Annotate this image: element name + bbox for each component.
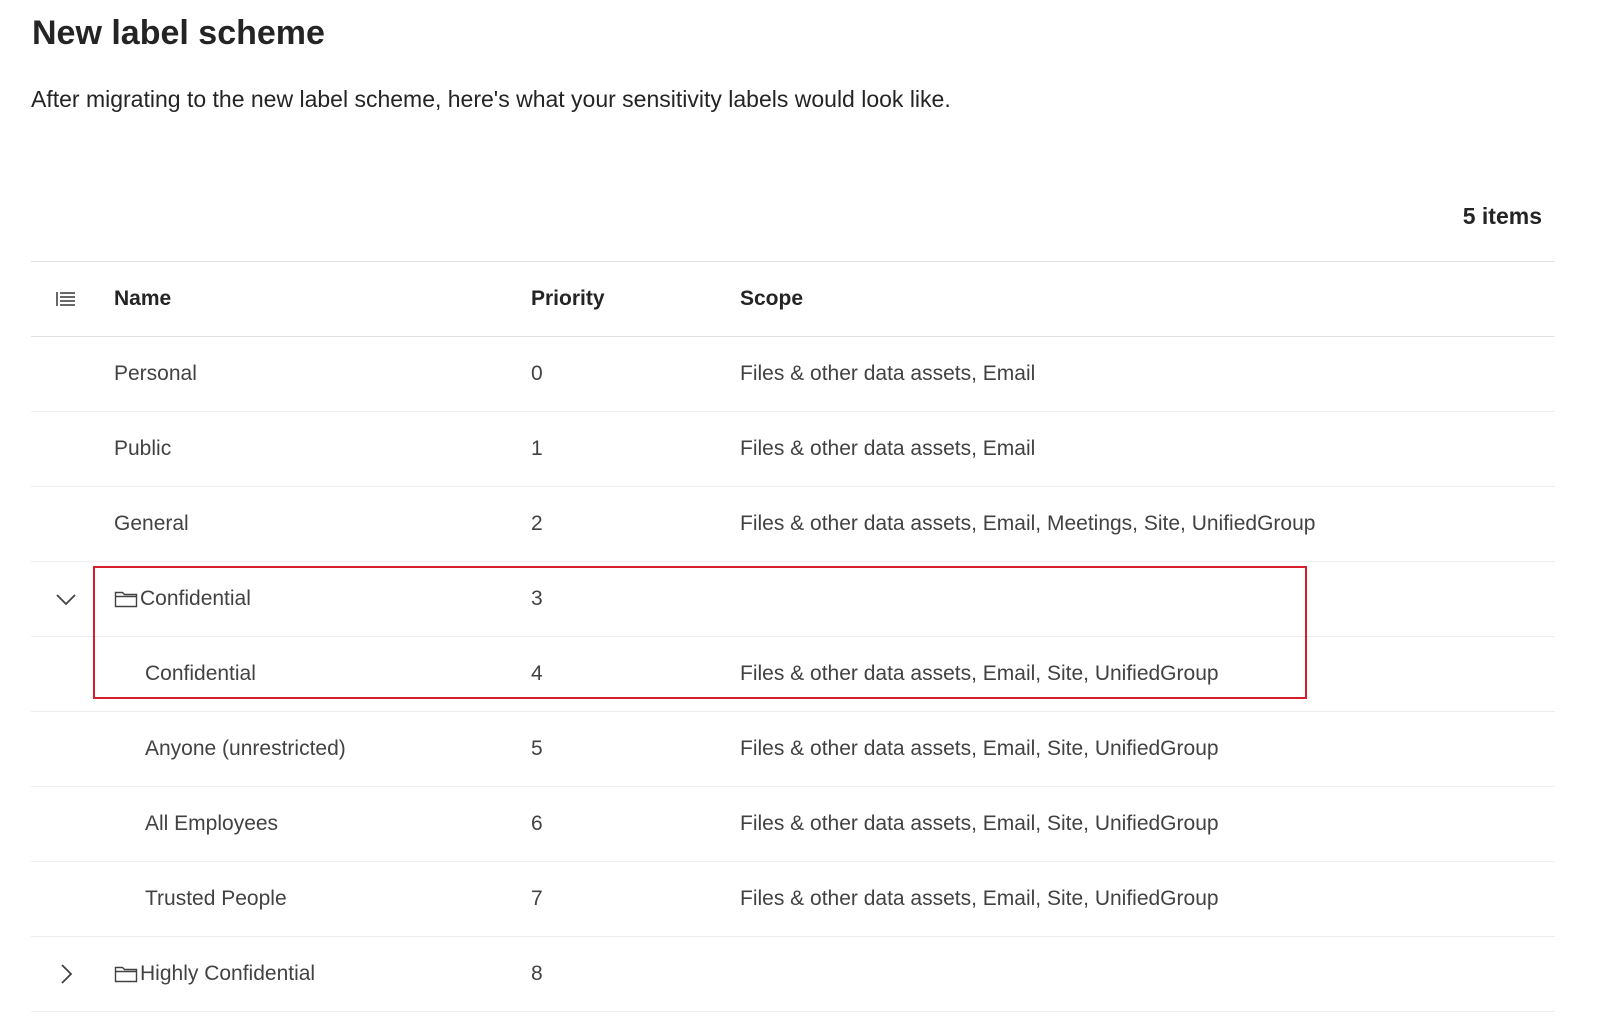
item-count: 5 items <box>1462 203 1542 229</box>
column-header-scope[interactable]: Scope <box>740 262 1540 336</box>
page-title: New label scheme <box>32 14 325 52</box>
chevron-right-icon[interactable] <box>48 956 84 992</box>
label-priority: 4 <box>531 662 543 685</box>
table-row[interactable]: General 2 Files & other data assets, Ema… <box>31 487 1555 562</box>
labels-table: Name Priority Scope Personal 0 Files & o… <box>31 261 1555 1012</box>
folder-icon <box>114 964 138 984</box>
table-row[interactable]: Confidential 4 Files & other data assets… <box>31 637 1555 712</box>
label-priority: 6 <box>531 812 543 835</box>
table-row[interactable]: Personal 0 Files & other data assets, Em… <box>31 337 1555 412</box>
label-name: Public <box>114 437 172 460</box>
folder-icon <box>114 589 138 609</box>
label-scope <box>740 937 1540 1011</box>
label-scheme-page: New label scheme After migrating to the … <box>0 0 1622 1032</box>
label-name: All Employees <box>145 812 279 835</box>
table-row[interactable]: All Employees 6 Files & other data asset… <box>31 787 1555 862</box>
label-priority: 3 <box>531 587 543 610</box>
label-scope: Files & other data assets, Email, Site, … <box>740 887 1219 910</box>
label-name: Personal <box>114 362 197 385</box>
label-name: Confidential <box>140 587 251 610</box>
label-name: Anyone (unrestricted) <box>145 737 346 760</box>
label-scope: Files & other data assets, Email, Site, … <box>740 812 1219 835</box>
label-scope: Files & other data assets, Email <box>740 362 1036 385</box>
label-name: General <box>114 512 189 535</box>
group-row-confidential[interactable]: Confidential 3 <box>31 562 1555 637</box>
table-row[interactable]: Public 1 Files & other data assets, Emai… <box>31 412 1555 487</box>
label-scope: Files & other data assets, Email, Meetin… <box>740 512 1316 535</box>
label-name: Trusted People <box>145 887 287 910</box>
label-scope <box>740 562 1540 636</box>
label-scope: Files & other data assets, Email, Site, … <box>740 737 1219 760</box>
table-header-row: Name Priority Scope <box>31 262 1555 337</box>
group-row-highly-confidential[interactable]: Highly Confidential 8 <box>31 937 1555 1012</box>
column-header-name[interactable]: Name <box>114 262 514 336</box>
chevron-down-icon[interactable] <box>48 581 84 617</box>
label-name: Highly Confidential <box>140 962 316 985</box>
column-header-priority[interactable]: Priority <box>531 262 711 336</box>
list-options-icon[interactable] <box>48 281 84 317</box>
label-scope: Files & other data assets, Email <box>740 437 1036 460</box>
page-subtitle: After migrating to the new label scheme,… <box>31 86 951 112</box>
label-priority: 8 <box>531 962 543 985</box>
table-row[interactable]: Anyone (unrestricted) 5 Files & other da… <box>31 712 1555 787</box>
label-priority: 5 <box>531 737 543 760</box>
label-priority: 0 <box>531 362 543 385</box>
label-scope: Files & other data assets, Email, Site, … <box>740 662 1219 685</box>
label-priority: 2 <box>531 512 543 535</box>
label-name: Confidential <box>145 662 256 685</box>
table-row[interactable]: Trusted People 7 Files & other data asse… <box>31 862 1555 937</box>
label-priority: 1 <box>531 437 543 460</box>
label-priority: 7 <box>531 887 543 910</box>
